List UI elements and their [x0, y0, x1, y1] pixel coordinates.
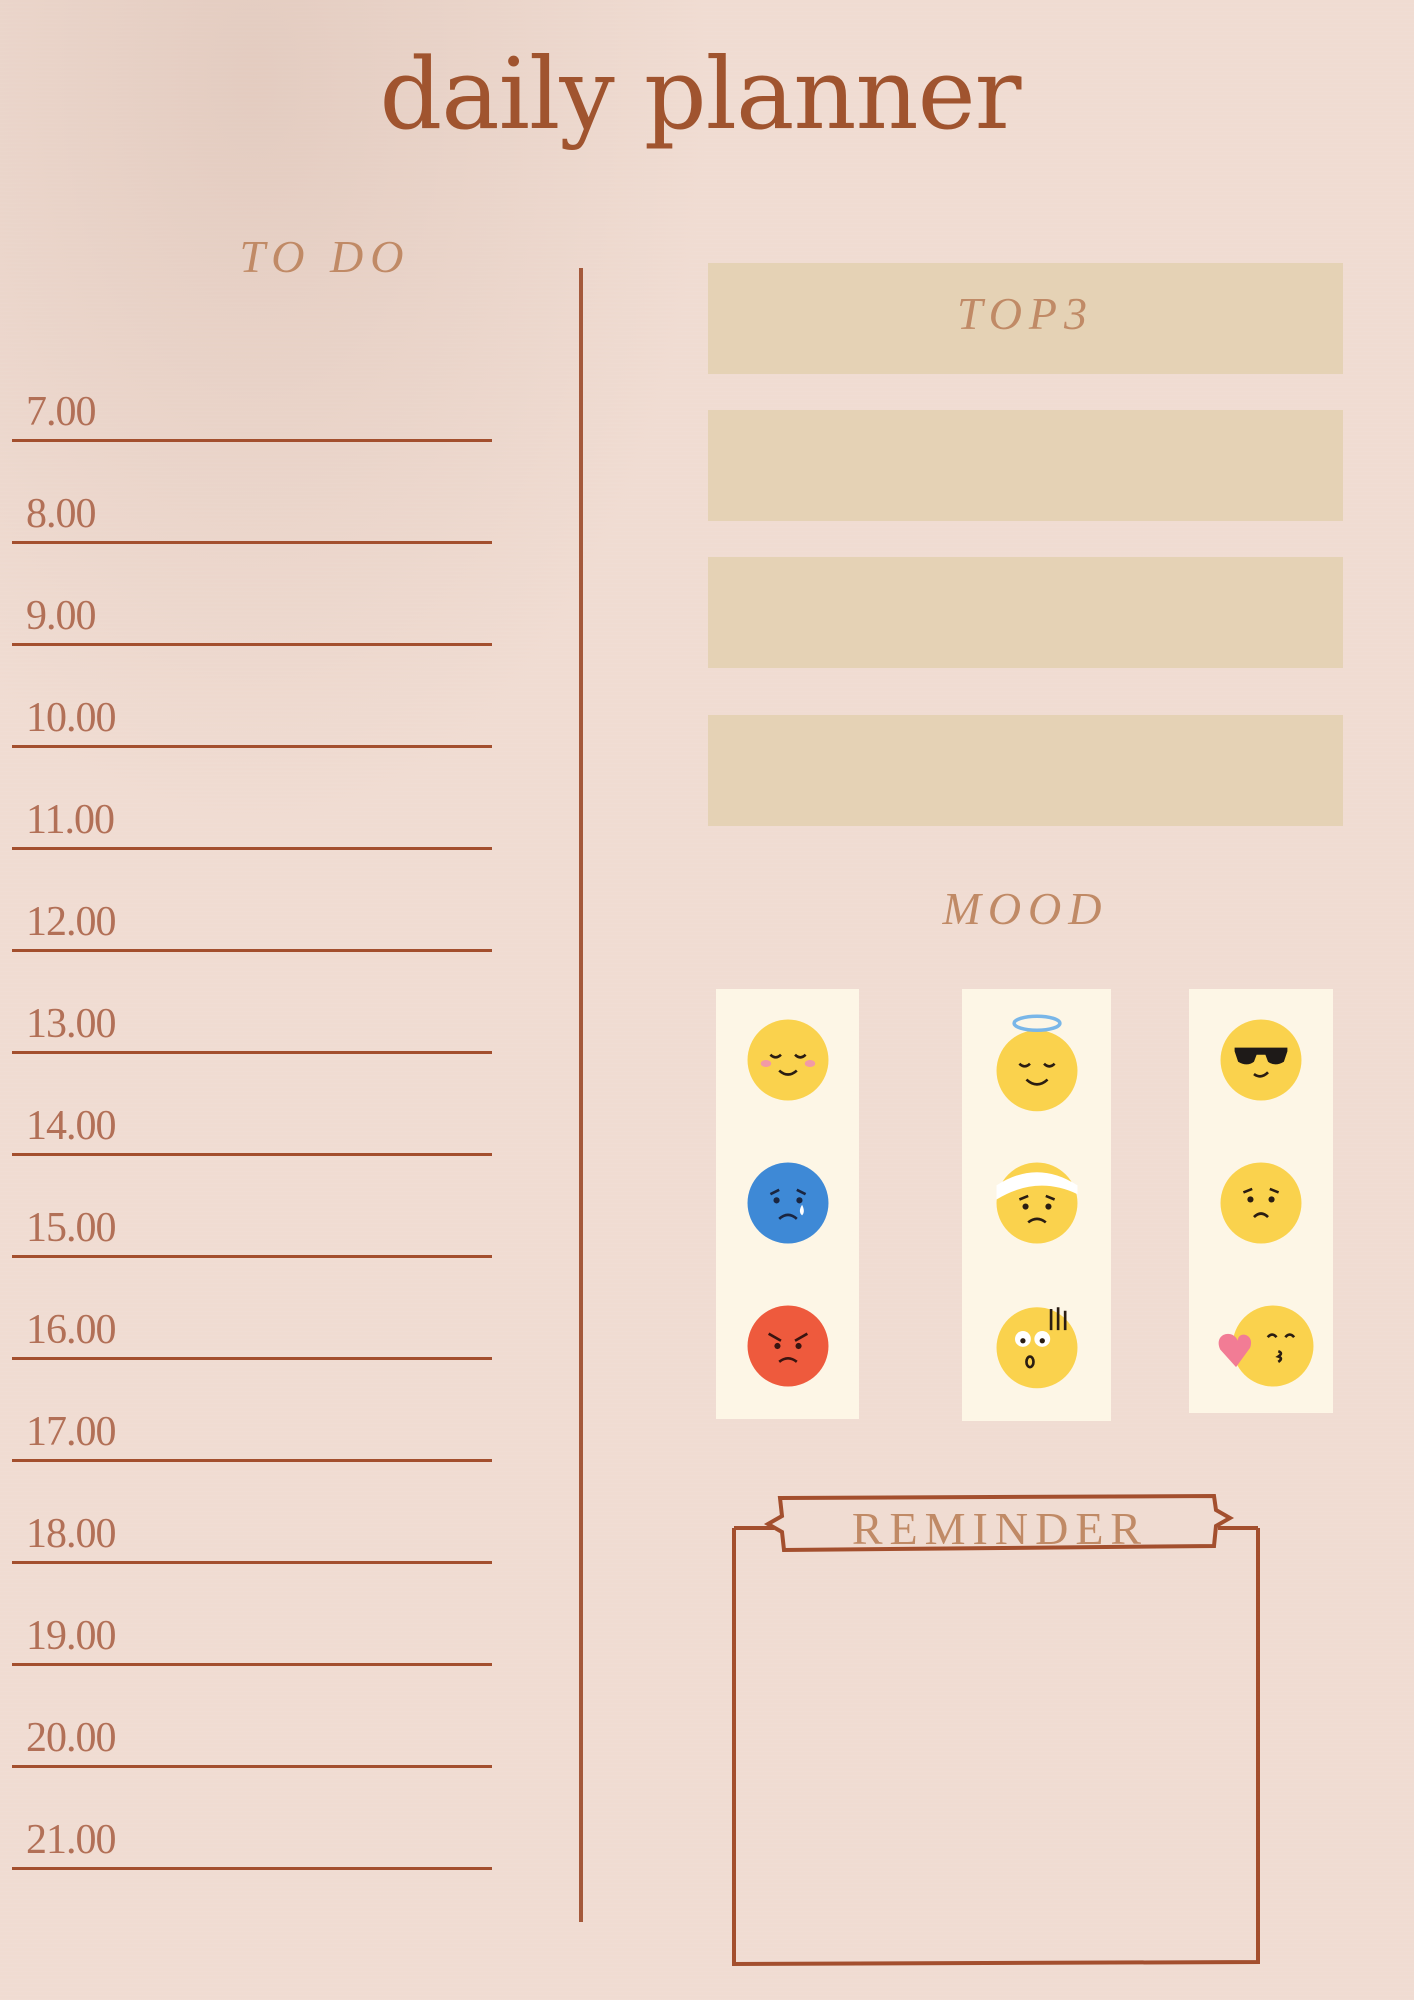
time-label: 8.00	[26, 491, 96, 537]
mood-option[interactable]	[962, 1275, 1111, 1417]
writing-line	[12, 1765, 492, 1768]
smiling-blush-icon	[744, 1016, 832, 1104]
writing-line	[12, 1561, 492, 1564]
time-slot-row[interactable]: 14.00	[12, 1096, 492, 1156]
time-slot-row[interactable]: 10.00	[12, 688, 492, 748]
time-label: 15.00	[26, 1205, 116, 1251]
writing-line	[12, 949, 492, 952]
writing-line	[12, 1255, 492, 1258]
writing-line	[12, 847, 492, 850]
writing-line	[12, 745, 492, 748]
time-label: 10.00	[26, 695, 116, 741]
mood-option[interactable]	[1189, 1275, 1333, 1417]
top3-item-box[interactable]	[708, 557, 1343, 668]
time-label: 13.00	[26, 1001, 116, 1047]
column-divider	[579, 268, 583, 1922]
writing-line	[12, 1051, 492, 1054]
time-slot-row[interactable]: 9.00	[12, 586, 492, 646]
time-label: 17.00	[26, 1409, 116, 1455]
mood-column	[1189, 989, 1333, 1413]
top3-item-box[interactable]	[708, 410, 1343, 521]
angel-halo-icon	[993, 1013, 1081, 1113]
top3-heading: TOP3	[956, 288, 1095, 339]
time-label: 12.00	[26, 899, 116, 945]
time-slot-row[interactable]: 12.00	[12, 892, 492, 952]
time-label: 11.00	[26, 797, 115, 843]
writing-line	[12, 541, 492, 544]
mood-option[interactable]	[716, 1132, 859, 1274]
page-title: daily planner	[379, 38, 1022, 152]
mood-column	[962, 989, 1111, 1421]
writing-line	[12, 1867, 492, 1870]
time-label: 19.00	[26, 1613, 116, 1659]
sad-tear-icon	[744, 1159, 832, 1247]
shocked-face-icon	[993, 1302, 1081, 1390]
mood-option[interactable]	[1189, 989, 1333, 1131]
todo-heading: TO DO	[239, 231, 411, 282]
bandaged-face-icon	[993, 1159, 1081, 1247]
time-slot-row[interactable]: 17.00	[12, 1402, 492, 1462]
time-label: 9.00	[26, 593, 96, 639]
writing-line	[12, 643, 492, 646]
time-label: 20.00	[26, 1715, 116, 1761]
mood-option[interactable]	[962, 1132, 1111, 1274]
writing-line	[12, 439, 492, 442]
time-label: 14.00	[26, 1103, 116, 1149]
top3-item-box[interactable]	[708, 715, 1343, 826]
time-label: 18.00	[26, 1511, 116, 1557]
time-slot-row[interactable]: 11.00	[12, 790, 492, 850]
angry-icon	[744, 1302, 832, 1390]
writing-line	[12, 1459, 492, 1462]
time-slot-row[interactable]: 16.00	[12, 1300, 492, 1360]
mood-option[interactable]	[716, 989, 859, 1131]
time-label: 16.00	[26, 1307, 116, 1353]
writing-line	[12, 1357, 492, 1360]
time-slot-row[interactable]: 19.00	[12, 1606, 492, 1666]
time-label: 7.00	[26, 389, 96, 435]
mood-option[interactable]	[962, 989, 1111, 1131]
mood-column	[716, 989, 859, 1419]
time-slot-row[interactable]: 21.00	[12, 1810, 492, 1870]
kiss-heart-icon	[1218, 1302, 1317, 1390]
time-slot-row[interactable]: 8.00	[12, 484, 492, 544]
mood-option[interactable]	[716, 1275, 859, 1417]
time-slot-row[interactable]: 18.00	[12, 1504, 492, 1564]
time-slot-row[interactable]: 13.00	[12, 994, 492, 1054]
time-slot-row[interactable]: 15.00	[12, 1198, 492, 1258]
reminder-frame[interactable]	[730, 1492, 1260, 1972]
writing-line	[12, 1153, 492, 1156]
writing-line	[12, 1663, 492, 1666]
sunglasses-cool-icon	[1217, 1016, 1305, 1104]
mood-heading: MOOD	[942, 883, 1109, 934]
time-slot-row[interactable]: 20.00	[12, 1708, 492, 1768]
time-slot-row[interactable]: 7.00	[12, 382, 492, 442]
worried-face-icon	[1217, 1159, 1305, 1247]
reminder-heading: REMINDER	[851, 1503, 1149, 1554]
mood-option[interactable]	[1189, 1132, 1333, 1274]
time-label: 21.00	[26, 1817, 116, 1863]
